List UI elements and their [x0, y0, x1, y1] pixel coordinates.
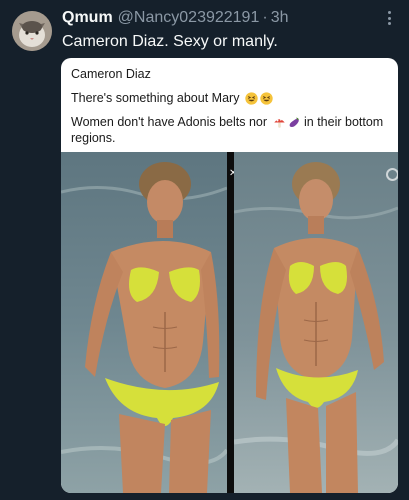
image-divider — [227, 152, 234, 493]
grinning-squint-icon — [245, 92, 258, 105]
photo-right[interactable] — [234, 152, 398, 493]
gear-icon[interactable] — [386, 168, 398, 181]
avatar[interactable] — [12, 11, 52, 51]
caption-line-3-prefix: Women don't have Adonis belts nor — [71, 115, 268, 129]
image-caption: Cameron Diaz There's something about Mar… — [71, 66, 386, 146]
grinning-squint-icon — [260, 92, 273, 105]
caption-line-2: There's something about Mary — [71, 90, 386, 106]
mushroom-icon — [273, 116, 286, 129]
tweet-text: Cameron Diaz. Sexy or manly. — [62, 33, 278, 50]
display-name[interactable]: Qmum — [62, 9, 113, 27]
more-vertical-icon[interactable] — [384, 9, 394, 27]
user-handle[interactable]: @Nancy023922191 — [118, 9, 260, 27]
caption-line-2-text: There's something about Mary — [71, 91, 240, 105]
separator-dot: · — [262, 9, 268, 26]
photo-left[interactable] — [61, 152, 227, 493]
caption-line-1: Cameron Diaz — [71, 67, 151, 81]
caption-line-3: Women don't have Adonis belts nor in the… — [71, 114, 386, 146]
timestamp[interactable]: 3h — [271, 9, 289, 27]
tweet[interactable]: Qmum @Nancy023922191 · 3h Cameron Diaz. … — [0, 0, 409, 500]
tweet-header: Qmum @Nancy023922191 · 3h — [62, 9, 288, 29]
attached-image[interactable]: Cameron Diaz There's something about Mar… — [61, 58, 398, 493]
eggplant-icon — [288, 116, 301, 129]
